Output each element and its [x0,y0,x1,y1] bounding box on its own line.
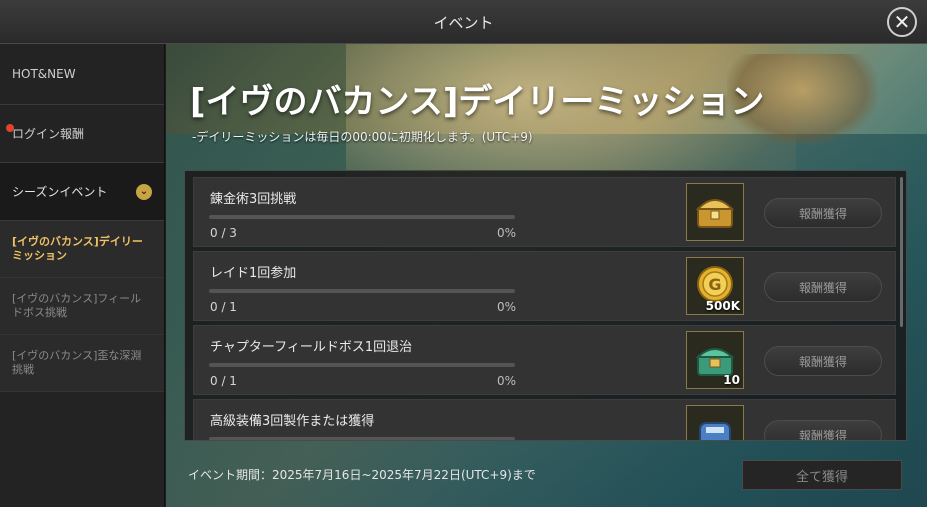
sidebar-subitem-field-boss[interactable]: [イヴのバカンス]フィールドボス挑戦 [0,278,164,335]
mission-list[interactable]: 錬金術3回挑戦 0 / 3 0% 報酬獲得 レイド1回参加 0 / 1 0% G… [184,170,907,441]
reward-slot[interactable]: 10 [686,331,744,389]
sidebar-subitem-abyss[interactable]: [イヴのバカンス]歪な深淵挑戦 [0,335,164,392]
reward-quantity: 10 [723,373,740,387]
blue-item-icon [699,422,731,440]
sidebar-item-hot-new[interactable]: HOT&NEW [0,44,164,105]
mission-row: 錬金術3回挑戦 0 / 3 0% 報酬獲得 [193,177,896,247]
mission-name: 高級装備3回製作または獲得 [210,414,375,429]
title-bar: イベント ✕ [0,0,927,44]
event-title: [イヴのバカンス]デイリーミッション [190,82,765,122]
mission-row: チャプターフィールドボス1回退治 0 / 1 0% 10 報酬獲得 [193,325,896,395]
progress-bar [209,289,515,293]
close-icon: ✕ [893,10,911,34]
season-event-sublist: [イヴのバカンス]デイリーミッション [イヴのバカンス]フィールドボス挑戦 [イ… [0,221,164,392]
mission-name: チャプターフィールドボス1回退治 [210,340,413,355]
sidebar-item-label: ログイン報酬 [12,127,85,141]
sidebar-subitem-daily-mission[interactable]: [イヴのバカンス]デイリーミッション [0,221,164,278]
chevron-down-icon: ⌄ [136,183,152,200]
progress-count: 0 / 1 [210,374,237,388]
notification-dot [6,124,14,132]
reward-slot[interactable]: G 500K [686,257,744,315]
mission-row: レイド1回参加 0 / 1 0% G 500K 報酬獲得 [193,251,896,321]
event-content: [イヴのバカンス]デイリーミッション -デイリーミッションは毎日の00:00に初… [166,44,927,507]
progress-bar [209,215,515,219]
claim-reward-button[interactable]: 報酬獲得 [764,420,882,440]
event-period: イベント期間：2025年7月16日~2025年7月22日(UTC+9)まで [188,468,536,482]
sidebar-item-label: HOT&NEW [12,67,76,81]
window-title: イベント [433,14,494,32]
close-button[interactable]: ✕ [887,7,917,37]
progress-percent: 0% [496,374,516,388]
claim-all-button[interactable]: 全て獲得 [742,460,902,490]
progress-percent: 0% [496,300,516,314]
progress-bar [209,363,515,367]
sidebar: HOT&NEW ログイン報酬 シーズンイベント ⌄ [イヴのバカンス]デイリーミ… [0,44,165,507]
claim-reward-button[interactable]: 報酬獲得 [764,198,882,228]
mission-name: 錬金術3回挑戦 [210,192,297,207]
sidebar-item-season-event[interactable]: シーズンイベント ⌄ [0,163,164,221]
claim-reward-button[interactable]: 報酬獲得 [764,272,882,302]
reward-slot[interactable] [686,183,744,241]
sidebar-item-label: シーズンイベント [12,185,108,199]
event-subtitle: -デイリーミッションは毎日の00:00に初期化します。(UTC+9) [192,130,533,144]
claim-reward-button[interactable]: 報酬獲得 [764,346,882,376]
golden-chest-icon [695,199,735,228]
reward-quantity: 500K [705,299,740,313]
scrollbar[interactable] [900,177,903,327]
progress-count: 0 / 3 [210,226,237,240]
progress-bar [209,437,515,440]
progress-count: 0 / 1 [210,300,237,314]
progress-percent: 0% [496,226,516,240]
mission-name: レイド1回参加 [210,266,297,281]
sidebar-item-login-reward[interactable]: ログイン報酬 [0,105,164,163]
svg-text:G: G [708,275,721,294]
reward-slot[interactable] [686,405,744,440]
mission-row: 高級装備3回製作または獲得 報酬獲得 [193,399,896,440]
